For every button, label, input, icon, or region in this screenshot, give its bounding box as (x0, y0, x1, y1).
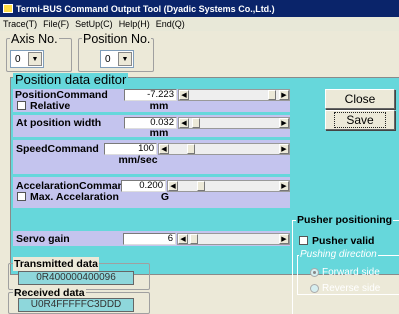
slider-thumb[interactable] (267, 90, 276, 100)
transmitted-label: Transmitted data (13, 257, 100, 271)
position-select[interactable]: 0 ▼ (100, 50, 134, 68)
scroll-left-icon[interactable]: ◀ (179, 90, 189, 100)
slider-thumb[interactable] (189, 234, 198, 244)
servo-gain-label: Servo gain (16, 233, 70, 245)
at-position-width-label: At position width (16, 117, 102, 129)
dropdown-arrow-icon[interactable]: ▼ (28, 52, 42, 66)
position-value: 0 (105, 53, 111, 65)
relative-checkbox[interactable] (17, 101, 26, 110)
forward-side-label: Forward side (322, 267, 380, 278)
position-command-slider[interactable]: ◀ ▶ (178, 89, 290, 101)
scroll-left-icon[interactable]: ◀ (168, 181, 178, 191)
close-button[interactable]: Close (325, 89, 395, 109)
speed-command-label: SpeedCommand (16, 143, 99, 155)
menu-bar: Trace(T) File(F) SetUp(C) Help(H) End(Q) (0, 17, 399, 31)
at-position-width-slider[interactable]: ◀ ▶ (178, 117, 290, 129)
position-label: Position No. (82, 32, 152, 46)
window-title: Termi-BUS Command Output Tool (Dyadic Sy… (16, 3, 275, 14)
accel-command-slider[interactable]: ◀ ▶ (167, 180, 290, 192)
menu-end[interactable]: End(Q) (156, 19, 185, 29)
pusher-valid-label: Pusher valid (312, 235, 375, 247)
save-button[interactable]: Save (325, 110, 395, 130)
axis-select[interactable]: 0 ▼ (10, 50, 44, 68)
menu-trace[interactable]: Trace(T) (3, 19, 37, 29)
pusher-title: Pusher positioning (296, 214, 394, 226)
save-button-label: Save (334, 112, 386, 128)
reverse-side-label: Reverse side (322, 283, 381, 294)
axis-value: 0 (15, 53, 21, 65)
scroll-left-icon[interactable]: ◀ (178, 234, 188, 244)
pushing-direction-title: Pushing direction (299, 249, 378, 261)
menu-help[interactable]: Help(H) (119, 19, 150, 29)
speed-command-slider[interactable]: ◀ ▶ (158, 143, 290, 155)
received-data-value: U0R4FFFFFC3DDD (18, 298, 134, 312)
editor-title: Position data editor (13, 72, 129, 87)
menu-file[interactable]: File(F) (43, 19, 69, 29)
scroll-right-icon[interactable]: ▶ (279, 234, 289, 244)
max-accel-label: Max. Accelaration (30, 191, 119, 203)
relative-label: Relative (30, 100, 71, 112)
scroll-left-icon[interactable]: ◀ (159, 144, 169, 154)
position-command-unit: mm (149, 100, 169, 112)
scroll-right-icon[interactable]: ▶ (279, 181, 289, 191)
at-position-width-unit: mm (149, 127, 169, 139)
scroll-right-icon[interactable]: ▶ (279, 144, 289, 154)
reverse-side-radio[interactable] (310, 284, 319, 293)
transmitted-data-value: 0R400000400096 (18, 271, 134, 285)
menu-setup[interactable]: SetUp(C) (75, 19, 113, 29)
servo-gain-slider[interactable]: ◀ ▶ (177, 233, 290, 245)
title-bar: Termi-BUS Command Output Tool (Dyadic Sy… (0, 0, 399, 17)
speed-command-unit: mm/sec (118, 154, 158, 166)
slider-thumb[interactable] (187, 144, 196, 154)
dropdown-arrow-icon[interactable]: ▼ (118, 52, 132, 66)
max-accel-checkbox[interactable] (17, 192, 26, 201)
pusher-valid-checkbox[interactable] (299, 236, 308, 245)
servo-gain-input[interactable]: 6 (123, 233, 176, 245)
axis-label: Axis No. (10, 32, 59, 46)
scroll-right-icon[interactable]: ▶ (279, 90, 289, 100)
main-panel: Axis No. 0 ▼ Position No. 0 ▼ Position d… (0, 31, 399, 314)
forward-side-radio[interactable] (310, 268, 319, 277)
scroll-right-icon[interactable]: ▶ (279, 118, 289, 128)
app-icon (3, 4, 13, 13)
slider-thumb[interactable] (196, 181, 205, 191)
accel-command-unit: G (160, 191, 170, 203)
